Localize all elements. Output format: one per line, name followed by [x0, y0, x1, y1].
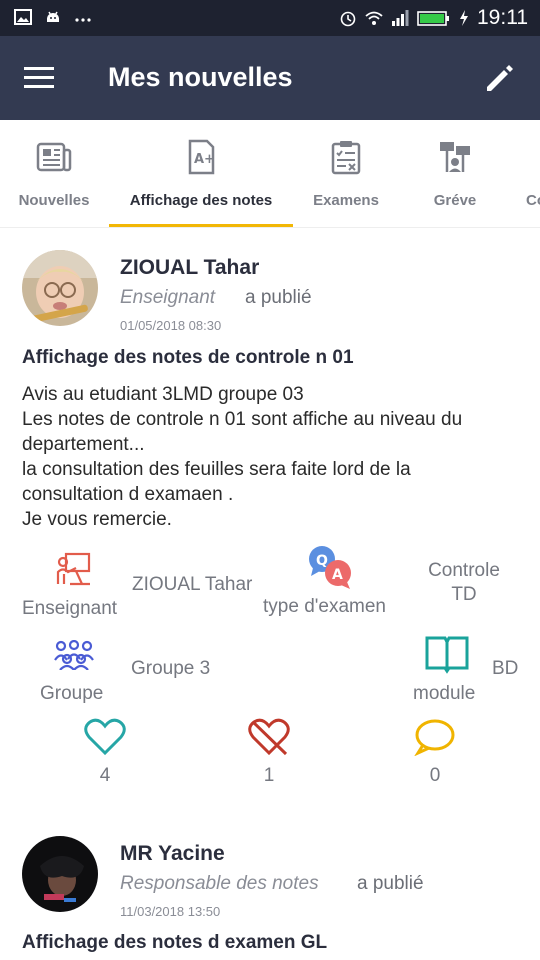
svg-text:Q: Q [316, 553, 328, 569]
svg-text:A+: A+ [194, 152, 215, 167]
tab-indicator [109, 224, 293, 227]
tab-label: Gréve [433, 192, 477, 209]
battery-icon [417, 11, 449, 26]
group-value: Groupe 3 [131, 658, 211, 679]
status-bar: 19:11 [0, 0, 540, 36]
menu-icon[interactable] [22, 62, 58, 94]
post-body-line: departement... [22, 434, 145, 455]
charging-icon [460, 10, 468, 26]
tab-label: Affichage des notes [129, 192, 273, 209]
post-card: ZIOUAL Tahar Enseignant a publié 01/05/2… [0, 228, 540, 808]
author-role: Enseignant [120, 287, 216, 308]
tab-label: Nouvelles [18, 192, 90, 209]
android-icon [47, 11, 59, 22]
post-date: 11/03/2018 13:50 [120, 904, 221, 919]
exam-type-value-line: TD [451, 584, 477, 605]
post-title[interactable]: Affichage des notes de controle n 01 [22, 347, 354, 369]
post-body-line: la consultation des feuilles sera faite … [22, 459, 411, 480]
post-body: Avis au etudiant 3LMD groupe 03 Les note… [22, 382, 522, 532]
post-author[interactable]: ZIOUAL Tahar [120, 256, 259, 280]
status-time: 19:11 [477, 6, 528, 29]
teacher-value: ZIOUAL Tahar [132, 574, 253, 595]
like-count: 4 [99, 765, 111, 786]
category-tabs: Nouvelles A+ Affichage des notes Examens… [0, 120, 540, 228]
post-card: MR Yacine Responsable des notes a publié… [0, 808, 540, 960]
module-value: BD [492, 658, 519, 679]
teacher-board-icon [56, 552, 91, 586]
comment-bubble-icon [414, 719, 455, 757]
group-label: Groupe [40, 683, 104, 704]
post-body-line: Je vous remercie. [22, 509, 172, 530]
page-title: Mes nouvelles [108, 62, 293, 92]
question-answer-icon: Q A [309, 546, 351, 589]
svg-text:A: A [332, 567, 343, 583]
grade-document-icon: A+ [188, 139, 215, 175]
exam-type-value-line: Controle [428, 560, 500, 581]
module-label: module [413, 683, 476, 704]
tab-affichage-des-notes[interactable]: A+ Affichage des notes [110, 120, 292, 227]
alarm-icon [340, 11, 356, 27]
post-title[interactable]: Affichage des notes d examen GL [22, 932, 327, 954]
exam-type-label: type d'examen [263, 596, 386, 617]
tab-examens[interactable]: Examens [300, 120, 392, 227]
signal-icon [392, 10, 409, 26]
comment-button[interactable]: 0 [412, 718, 458, 787]
comment-count: 0 [429, 765, 441, 786]
dislike-button[interactable]: 1 [246, 718, 292, 787]
like-button[interactable]: 4 [82, 718, 128, 787]
broken-heart-icon [248, 718, 290, 756]
tab-label: Co [526, 192, 540, 209]
post-author[interactable]: MR Yacine [120, 842, 225, 866]
post-date: 01/05/2018 08:30 [120, 318, 222, 333]
published-label: a publié [357, 873, 424, 894]
tab-nouvelles[interactable]: Nouvelles [4, 120, 104, 227]
edit-icon[interactable] [482, 60, 518, 96]
teacher-label: Enseignant [22, 598, 118, 619]
post-body-line: consultation d examaen . [22, 484, 234, 505]
tab-greve[interactable]: Gréve [410, 120, 500, 227]
app-bar: Mes nouvelles [0, 36, 540, 120]
strike-icon [440, 142, 470, 172]
tab-label: Examens [313, 192, 379, 209]
newspaper-icon [36, 142, 72, 172]
post-body-line: Avis au etudiant 3LMD groupe 03 [22, 384, 304, 405]
post-body-line: Les notes de controle n 01 sont affiche … [22, 409, 463, 430]
avatar[interactable] [22, 836, 98, 912]
heart-icon [84, 718, 126, 756]
exam-type-value: Controle TD [418, 560, 510, 606]
published-label: a publié [245, 287, 312, 308]
book-icon [425, 636, 469, 674]
wifi-icon [365, 11, 383, 25]
image-icon [14, 9, 32, 25]
more-dots-icon [75, 18, 91, 22]
avatar[interactable] [22, 250, 98, 326]
dislike-count: 1 [263, 765, 275, 786]
exam-clipboard-icon [331, 141, 361, 175]
author-role: Responsable des notes [120, 873, 319, 894]
tab-co[interactable]: Co [518, 120, 540, 227]
group-icon [54, 640, 94, 670]
